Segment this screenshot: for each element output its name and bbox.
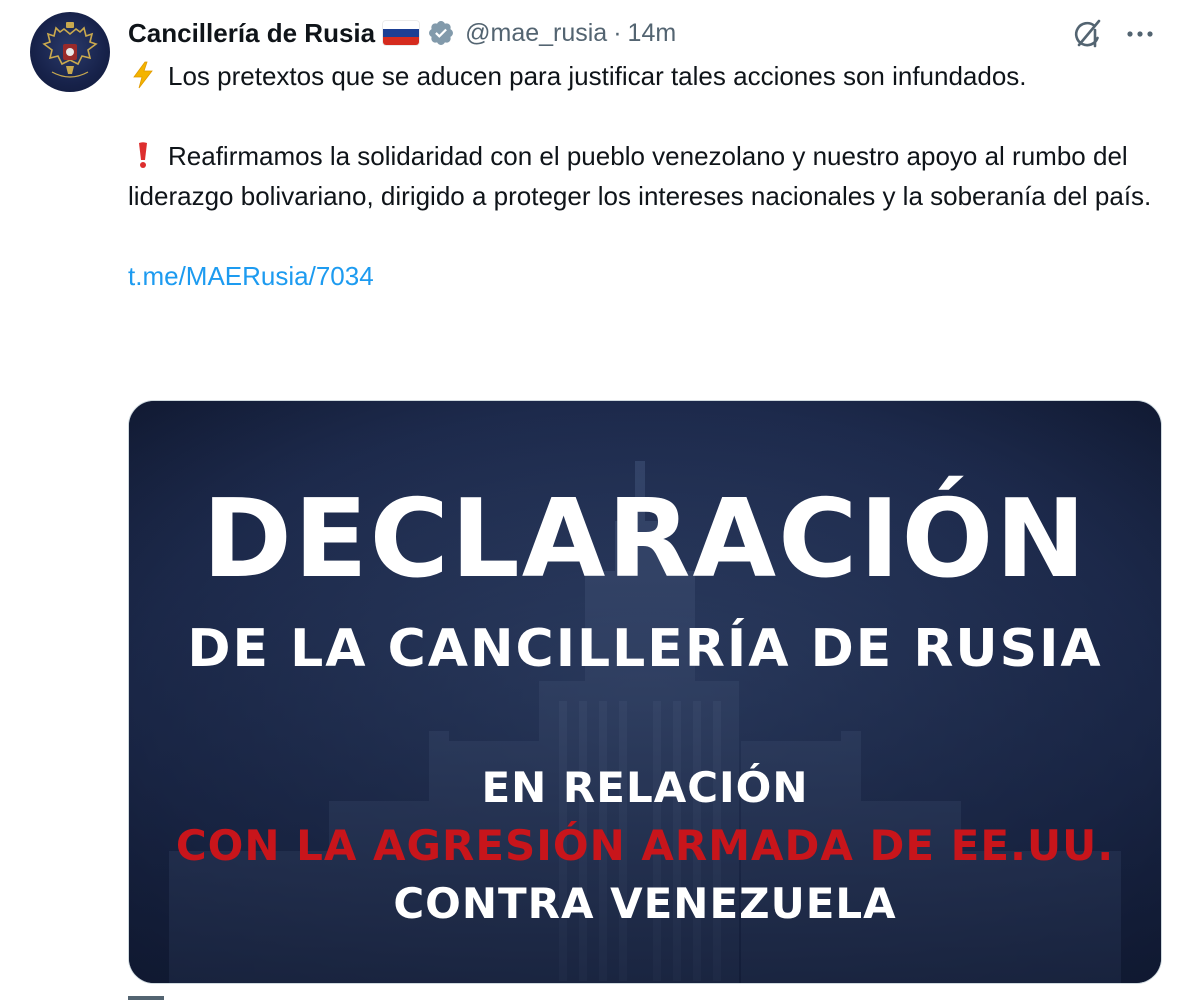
media-line-venezuela: CONTRA VENEZUELA [393, 879, 897, 928]
paragraph-1-text: Los pretextos que se aducen para justifi… [168, 61, 1027, 91]
russia-flag-icon [383, 21, 420, 45]
tweet-timestamp[interactable]: 14m [628, 19, 677, 48]
tweet-link-paragraph: t.me/MAERusia/7034 [128, 256, 1168, 296]
coat-of-arms-icon [42, 22, 98, 78]
media-subheadline: DE LA CANCILLERÍA DE RUSIA [187, 619, 1103, 679]
tweet-paragraph: Reafirmamos la solidaridad con el pueblo… [128, 136, 1168, 216]
cropped-footer-text [128, 992, 328, 1000]
tweet-media-image[interactable]: DECLARACIÓN DE LA CANCILLERÍA DE RUSIA E… [128, 400, 1162, 984]
media-line-aggression: CON LA AGRESIÓN ARMADA DE EE.UU. [175, 821, 1115, 870]
tweet-header: Cancillería de Rusia @mae_rusia · 14m [128, 14, 676, 52]
grok-icon[interactable] [1070, 16, 1106, 52]
avatar[interactable] [30, 12, 110, 92]
more-options-icon[interactable] [1122, 18, 1158, 50]
high-voltage-emoji-icon [128, 60, 158, 90]
paragraph-2-text: Reafirmamos la solidaridad con el pueblo… [128, 141, 1152, 211]
verified-badge-icon[interactable] [427, 19, 455, 47]
telegram-link[interactable]: t.me/MAERusia/7034 [128, 261, 374, 291]
tweet-text: Los pretextos que se aducen para justifi… [128, 56, 1168, 296]
media-line-relation: EN RELACIÓN [481, 763, 809, 812]
author-display-name[interactable]: Cancillería de Rusia [128, 18, 375, 49]
media-headline: DECLARACIÓN [202, 477, 1088, 602]
tweet[interactable]: Cancillería de Rusia @mae_rusia · 14m Lo… [0, 0, 1200, 1000]
separator-dot: · [613, 18, 622, 47]
author-handle[interactable]: @mae_rusia [465, 19, 607, 48]
tweet-paragraph: Los pretextos que se aducen para justifi… [128, 56, 1168, 96]
red-exclamation-emoji-icon [128, 140, 158, 170]
